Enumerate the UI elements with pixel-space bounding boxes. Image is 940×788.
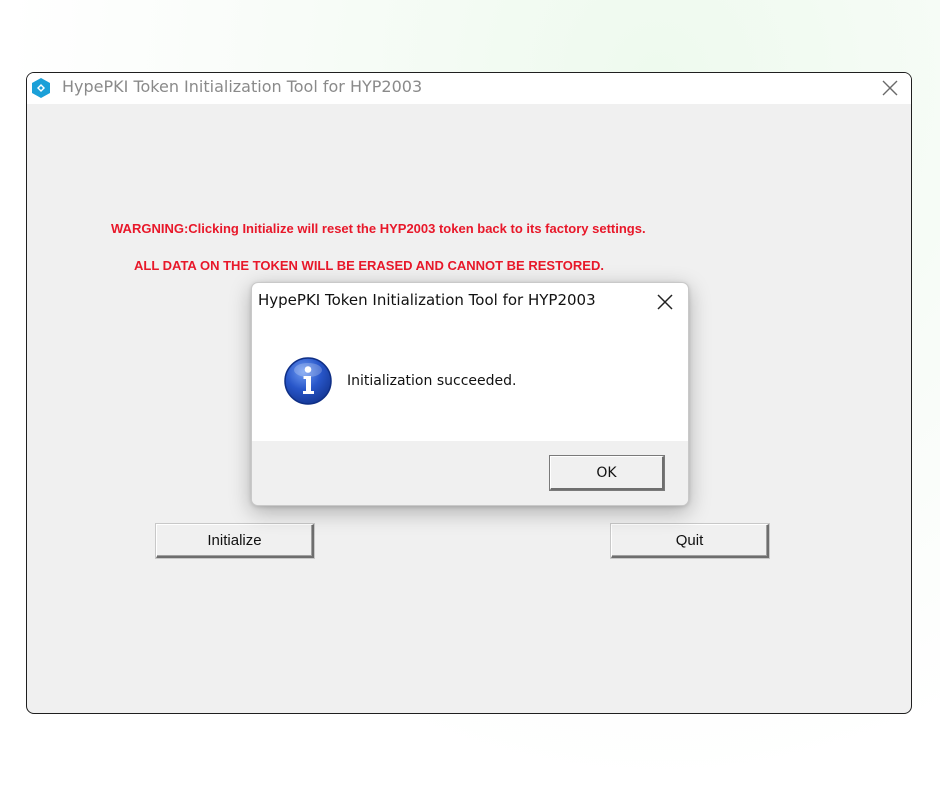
close-icon[interactable]: [877, 75, 903, 101]
warning-text: WARGNING:Clicking Initialize will reset …: [111, 221, 646, 236]
dialog-title: HypePKI Token Initialization Tool for HY…: [258, 291, 596, 309]
info-icon: [283, 356, 333, 406]
success-dialog: HypePKI Token Initialization Tool for HY…: [251, 282, 689, 506]
quit-button[interactable]: Quit: [611, 524, 769, 558]
window-title: HypePKI Token Initialization Tool for HY…: [62, 77, 423, 96]
data-erase-warning-text: ALL DATA ON THE TOKEN WILL BE ERASED AND…: [134, 258, 604, 273]
dialog-footer: OK: [252, 441, 688, 505]
initialize-button[interactable]: Initialize: [156, 524, 314, 558]
dialog-message: Initialization succeeded.: [347, 373, 517, 389]
close-icon[interactable]: [652, 289, 678, 315]
ok-button[interactable]: OK: [550, 456, 664, 490]
main-titlebar[interactable]: HypePKI Token Initialization Tool for HY…: [27, 73, 911, 104]
app-logo-icon: [29, 76, 53, 100]
